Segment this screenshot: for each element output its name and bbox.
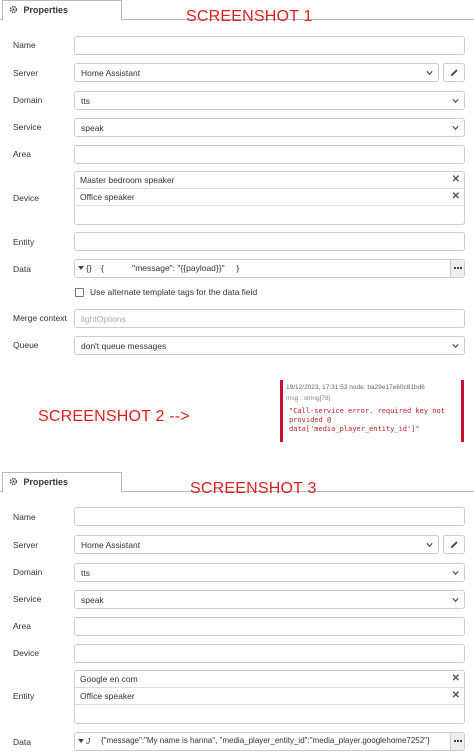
service-select-value: speak (81, 595, 104, 605)
entity-label: Entity (13, 691, 35, 701)
server-select-value: Home Assistant (81, 68, 141, 78)
ellipsis-icon (454, 267, 462, 269)
domain-label: Domain (13, 95, 43, 105)
name-label: Name (13, 512, 36, 522)
expand-editor-button[interactable] (450, 733, 464, 750)
data-type-selector[interactable]: J (75, 733, 99, 750)
properties-tab-1[interactable]: Properties (2, 0, 122, 21)
list-item[interactable]: Office speaker ✕ (75, 189, 464, 206)
debug-msg-type[interactable]: msg : string[78] (286, 395, 330, 402)
queue-label: Queue (13, 340, 39, 350)
server-label: Server (13, 540, 39, 550)
service-label: Service (13, 594, 42, 604)
entity-input[interactable] (74, 232, 465, 251)
remove-icon[interactable]: ✕ (452, 192, 460, 202)
service-select[interactable]: speak (74, 118, 465, 137)
expand-editor-button[interactable] (450, 260, 464, 277)
alt-template-checkbox[interactable] (75, 288, 84, 297)
domain-select[interactable]: tts (74, 563, 465, 582)
service-select-value: speak (81, 123, 104, 133)
domain-select-value: tts (81, 96, 90, 106)
chevron-down-icon (426, 542, 433, 548)
service-label: Service (13, 122, 42, 132)
chevron-down-icon (426, 70, 433, 76)
data-value: { "message": "{{payload}}" } (101, 263, 240, 273)
data-label: Data (13, 737, 31, 747)
remove-icon[interactable]: ✕ (452, 674, 460, 684)
remove-icon[interactable]: ✕ (452, 175, 460, 185)
device-input[interactable] (74, 644, 465, 663)
properties-tab-label: Properties (23, 5, 69, 15)
caret-down-icon (78, 739, 84, 743)
chevron-down-icon (452, 125, 459, 131)
name-label: Name (13, 40, 36, 50)
debug-timestamp-node: 19/12/2023, 17:31:53 node: ba29e17e60c81… (286, 384, 425, 391)
pencil-icon (450, 541, 458, 549)
service-select[interactable]: speak (74, 590, 465, 609)
screenshot-3-annotation: SCREENSHOT 3 (190, 480, 317, 497)
area-input[interactable] (74, 617, 465, 636)
chevron-down-icon (452, 597, 459, 603)
edit-server-button[interactable] (443, 63, 465, 82)
debug-message-text: "Call-service error. required key not pr… (289, 407, 445, 433)
data-input[interactable]: J {"message":"My name is hanna", "media_… (74, 732, 465, 751)
entity-add-input[interactable] (75, 705, 464, 722)
queue-select-value: don't queue messages (81, 341, 167, 351)
chevron-down-icon (452, 343, 459, 349)
properties-tab-label: Properties (23, 477, 69, 487)
screenshot-2-annotation: SCREENSHOT 2 --> (38, 408, 190, 425)
ellipsis-icon (454, 740, 462, 742)
domain-select-value: tts (81, 568, 90, 578)
server-select[interactable]: Home Assistant (74, 63, 439, 82)
area-label: Area (13, 149, 31, 159)
caret-down-icon (78, 266, 84, 270)
server-label: Server (13, 68, 39, 78)
area-input[interactable] (74, 145, 465, 164)
device-list: Master bedroom speaker ✕ Office speaker … (74, 171, 465, 225)
gear-icon (9, 477, 18, 486)
data-label: Data (13, 264, 31, 274)
merge-context-label: Merge context (13, 313, 67, 323)
list-item[interactable]: Master bedroom speaker ✕ (75, 172, 464, 189)
json-type-icon: {} (86, 263, 92, 273)
entity-item-label: Google en com (80, 674, 138, 684)
chevron-down-icon (452, 98, 459, 104)
list-item[interactable]: Office speaker ✕ (75, 688, 464, 705)
list-item[interactable]: Google en com ✕ (75, 671, 464, 688)
debug-message: 19/12/2023, 17:31:53 node: ba29e17e60c81… (280, 380, 464, 442)
gear-icon (9, 5, 18, 14)
entity-item-label: Office speaker (80, 691, 135, 701)
server-select[interactable]: Home Assistant (74, 535, 439, 554)
screenshot-1-annotation: SCREENSHOT 1 (186, 8, 313, 25)
device-label: Device (13, 648, 39, 658)
domain-select[interactable]: tts (74, 91, 465, 110)
merge-context-input[interactable]: lightOptions (74, 309, 465, 328)
device-add-input[interactable] (75, 206, 464, 223)
name-input[interactable] (74, 36, 465, 55)
domain-label: Domain (13, 567, 43, 577)
pencil-icon (450, 69, 458, 77)
device-item-label: Master bedroom speaker (80, 175, 175, 185)
data-input[interactable]: {} { "message": "{{payload}}" } (74, 259, 465, 278)
alt-template-label: Use alternate template tags for the data… (90, 287, 258, 297)
jsonata-type-icon: J (86, 736, 91, 746)
device-item-label: Office speaker (80, 192, 135, 202)
entity-list: Google en com ✕ Office speaker ✕ (74, 670, 465, 724)
remove-icon[interactable]: ✕ (452, 691, 460, 701)
name-input[interactable] (74, 507, 465, 526)
server-select-value: Home Assistant (81, 540, 141, 550)
entity-label: Entity (13, 237, 35, 247)
device-label: Device (13, 193, 39, 203)
edit-server-button[interactable] (443, 535, 465, 554)
queue-select[interactable]: don't queue messages (74, 336, 465, 355)
chevron-down-icon (452, 570, 459, 576)
area-label: Area (13, 621, 31, 631)
data-value: {"message":"My name is hanna", "media_pl… (101, 736, 430, 745)
properties-tab-3[interactable]: Properties (2, 472, 122, 493)
data-type-selector[interactable]: {} (75, 260, 99, 277)
